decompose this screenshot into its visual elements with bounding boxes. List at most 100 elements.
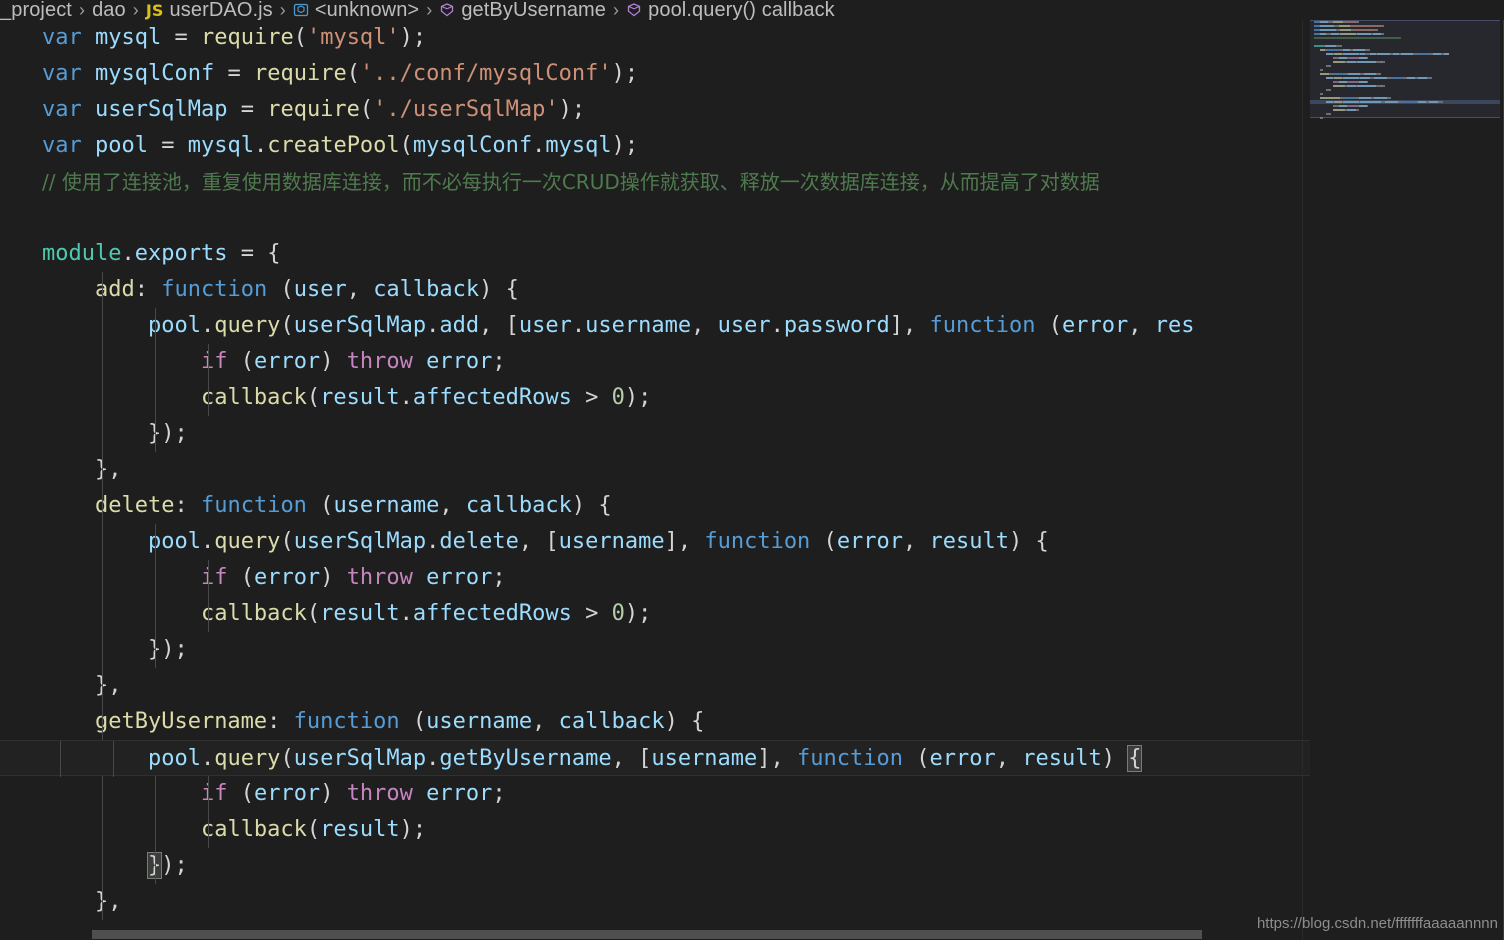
breadcrumb-separator: ›: [132, 0, 139, 20]
symbol-namespace-icon: [293, 1, 309, 21]
code-line[interactable]: // 使用了连接池，重复使用数据库连接，而不必每执行一次CRUD操作就获取、释放…: [42, 164, 1310, 200]
code-token: mysql: [187, 133, 254, 158]
code-line-text: if (error) throw error;: [42, 781, 506, 806]
indent-guide: [102, 596, 103, 632]
code-line[interactable]: pool.query(userSqlMap.delete, [username]…: [42, 524, 1310, 560]
minimap[interactable]: [1310, 20, 1500, 925]
code-token: , [: [611, 746, 652, 771]
indent-guide: [112, 741, 114, 777]
code-line[interactable]: callback(result.affectedRows > 0);: [42, 380, 1310, 416]
code-token: function: [704, 529, 811, 554]
code-line-text: callback(result);: [42, 817, 426, 842]
code-line[interactable]: add: function (user, callback) {: [42, 272, 1310, 308]
code-line-text: },: [42, 889, 122, 914]
code-token: (: [903, 746, 930, 771]
minimap-slider[interactable]: [1310, 20, 1500, 118]
breadcrumb-item-4[interactable]: getByUsername: [439, 0, 606, 20]
code-token: throw: [346, 565, 413, 590]
code-token: ) {: [571, 493, 612, 518]
breadcrumb[interactable]: _project › dao › JS userDAO.js › <unknown> › getB…: [0, 0, 1504, 20]
code-line-current[interactable]: pool.query(userSqlMap.getByUsername, [us…: [0, 740, 1310, 777]
code-token: ,: [532, 709, 559, 734]
code-line[interactable]: if (error) throw error;: [42, 560, 1310, 596]
code-token: username: [651, 746, 758, 771]
code-token: throw: [346, 349, 413, 374]
code-line[interactable]: module.exports = {: [42, 236, 1310, 272]
code-token: callback: [373, 277, 480, 302]
code-token: ,: [439, 493, 466, 518]
breadcrumb-item-label: userDAO.js: [169, 0, 273, 20]
breadcrumb-item-3[interactable]: <unknown>: [293, 0, 419, 20]
code-line[interactable]: if (error) throw error;: [42, 776, 1310, 812]
code-token: if: [200, 565, 228, 590]
code-token: (: [306, 493, 334, 518]
code-token: );: [558, 97, 586, 122]
code-line[interactable]: });: [42, 632, 1310, 668]
code-token: :: [267, 709, 294, 734]
code-token: {: [1127, 745, 1143, 772]
code-line[interactable]: pool.query(userSqlMap.add, [user.usernam…: [42, 308, 1310, 344]
code-line[interactable]: var userSqlMap = require('./userSqlMap')…: [42, 92, 1310, 128]
code-line[interactable]: var pool = mysql.createPool(mysqlConf.my…: [42, 128, 1310, 164]
breadcrumb-item-1[interactable]: dao: [92, 0, 126, 20]
code-token: delete: [94, 493, 175, 518]
code-token: ,: [1128, 313, 1155, 338]
breadcrumb-item-label: _project: [0, 0, 72, 20]
code-token: ],: [889, 313, 930, 338]
code-token: pool: [147, 529, 201, 554]
code-token: .: [121, 241, 135, 266]
indent-guide: [102, 344, 103, 380]
indent-guide: [102, 884, 103, 920]
code-token: 0: [611, 601, 625, 626]
code-line[interactable]: var mysqlConf = require('../conf/mysqlCo…: [42, 56, 1310, 92]
code-token: (: [306, 601, 321, 626]
indent-guide: [102, 848, 103, 884]
code-line[interactable]: callback(result);: [42, 812, 1310, 848]
code-token: callback: [200, 601, 307, 626]
horizontal-scrollbar-thumb[interactable]: [92, 930, 1202, 939]
code-line-text: callback(result.affectedRows > 0);: [42, 385, 651, 410]
code-token: );: [624, 385, 652, 410]
code-token: .: [426, 746, 440, 771]
breadcrumb-item-2[interactable]: JS userDAO.js: [146, 0, 273, 20]
code-token: (: [293, 25, 307, 50]
code-token: ) {: [479, 277, 519, 302]
code-line-text: pool.query(userSqlMap.getByUsername, [us…: [42, 745, 1143, 772]
code-line[interactable]: });: [42, 416, 1310, 452]
code-token: var: [42, 133, 82, 158]
indent-guide: [102, 668, 103, 704]
code-lines[interactable]: var mysql = require('mysql'); var mysqlCo…: [0, 20, 1310, 920]
code-line[interactable]: });: [42, 848, 1310, 884]
code-line[interactable]: callback(result.affectedRows > 0);: [42, 596, 1310, 632]
breadcrumb-item-5[interactable]: pool.query() callback: [626, 0, 835, 20]
editor-viewport[interactable]: var mysql = require('mysql'); var mysqlCo…: [0, 20, 1310, 940]
code-line-text: var userSqlMap = require('./userSqlMap')…: [42, 97, 585, 122]
code-line[interactable]: },: [42, 668, 1310, 704]
code-token: );: [611, 133, 639, 158]
code-line[interactable]: if (error) throw error;: [42, 344, 1310, 380]
code-token: =: [227, 97, 268, 122]
code-line[interactable]: [42, 200, 1310, 236]
breadcrumb-item-label: <unknown>: [314, 0, 420, 20]
code-line[interactable]: },: [42, 884, 1310, 920]
code-token: .: [253, 133, 268, 158]
code-line[interactable]: getByUsername: function (username, callb…: [42, 704, 1310, 740]
code-line[interactable]: },: [42, 452, 1310, 488]
code-token: if: [200, 349, 228, 374]
code-token: ;: [492, 565, 506, 590]
breadcrumb-item-0[interactable]: _project: [0, 0, 72, 20]
code-token: },: [94, 457, 122, 482]
code-line-text: delete: function (username, callback) {: [42, 493, 612, 518]
code-line[interactable]: var mysql = require('mysql');: [42, 20, 1310, 56]
horizontal-scrollbar-track[interactable]: [42, 929, 1302, 940]
code-line-text: var pool = mysql.createPool(mysqlConf.my…: [42, 133, 638, 158]
indent-guide: [102, 776, 103, 812]
code-token: error: [1062, 313, 1129, 338]
indent-guide: [60, 741, 61, 777]
code-token: (: [1035, 313, 1063, 338]
code-line[interactable]: delete: function (username, callback) {: [42, 488, 1310, 524]
code-token: ) {: [1009, 529, 1049, 554]
code-token: add: [439, 313, 480, 338]
code-token: );: [399, 25, 427, 50]
code-token: ): [320, 781, 347, 806]
